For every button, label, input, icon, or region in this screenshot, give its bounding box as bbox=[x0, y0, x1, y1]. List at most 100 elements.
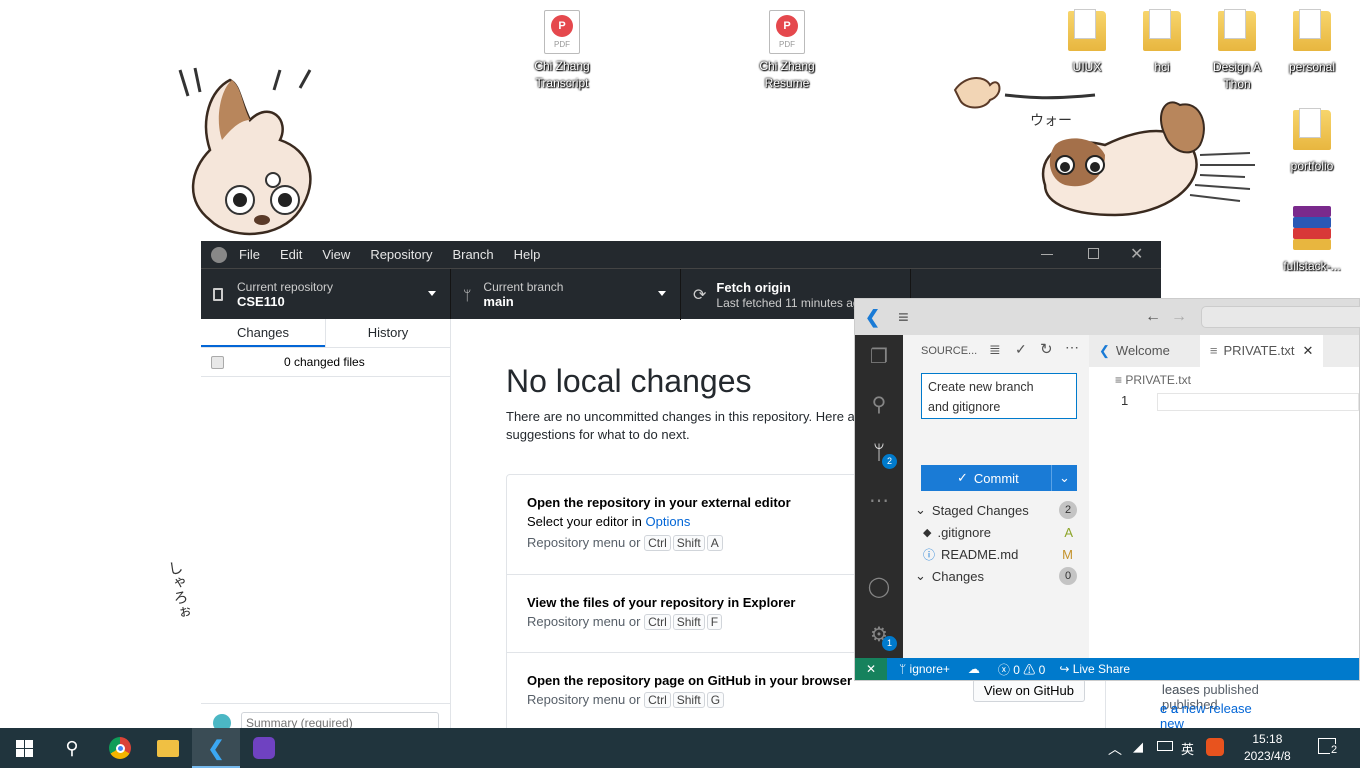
changes-group[interactable]: ⌄ Changes 0 bbox=[915, 565, 1077, 587]
taskbar-vscode[interactable]: ❮ bbox=[192, 728, 240, 768]
file-row-gitignore[interactable]: ◆ .gitignore A bbox=[923, 521, 1077, 543]
menu-help[interactable]: Help bbox=[514, 247, 541, 262]
show-hidden-icons-chevron-icon[interactable]: ︿ bbox=[1108, 739, 1122, 759]
desktop-icon-label: Transcript bbox=[535, 76, 589, 90]
forward-arrow-icon[interactable]: → bbox=[1171, 308, 1187, 326]
folder-icon bbox=[1218, 9, 1256, 51]
more-actions-icon[interactable]: ⋯ bbox=[1065, 339, 1079, 356]
desktop-icon-label: Resume bbox=[764, 76, 810, 90]
commit-summary-area bbox=[201, 703, 450, 734]
desktop-icon-fullstack[interactable]: fullstack-... bbox=[1272, 206, 1352, 275]
desktop-icon-transcript[interactable]: P PDF Chi Zhang Transcript bbox=[522, 10, 602, 92]
maximize-icon[interactable] bbox=[1088, 248, 1099, 259]
menu-edit[interactable]: Edit bbox=[280, 247, 302, 262]
remote-icon[interactable]: ✕ bbox=[855, 658, 887, 680]
desktop-icon-label: portfolio bbox=[1290, 159, 1334, 173]
kbd-key: G bbox=[706, 692, 725, 708]
desktop-icon-portfolio[interactable]: portfolio bbox=[1272, 107, 1352, 175]
suggestion-text: Select your editor in bbox=[527, 514, 646, 529]
explorer-icon[interactable]: ❐ bbox=[867, 345, 891, 369]
commit-dropdown-chevron-icon[interactable]: ⌄ bbox=[1051, 465, 1077, 491]
current-repository-selector[interactable]: Current repository CSE110 bbox=[201, 269, 451, 320]
battery-icon[interactable] bbox=[1157, 741, 1173, 751]
menu-bar: File Edit View Repository Branch Help bbox=[239, 247, 560, 262]
desktop-icon-personal[interactable]: personal bbox=[1272, 8, 1352, 76]
chevron-down-icon: ⌄ bbox=[915, 568, 926, 583]
tab-changes[interactable]: Changes bbox=[201, 319, 325, 347]
clock[interactable]: 15:18 2023/4/8 bbox=[1244, 731, 1291, 765]
commit-check-icon[interactable]: ✓ bbox=[1015, 341, 1027, 358]
settings-gear-icon[interactable]: ⚙ 1 bbox=[867, 623, 897, 651]
sogou-ime-icon[interactable] bbox=[1206, 738, 1224, 756]
menu-repository[interactable]: Repository bbox=[370, 247, 432, 262]
publish-cloud-icon[interactable]: ☁ bbox=[968, 662, 980, 676]
branch-icon: ᛘ bbox=[899, 662, 910, 676]
folder-icon bbox=[1143, 9, 1181, 51]
live-share-icon: ↪ bbox=[1059, 662, 1073, 676]
taskbar-github-desktop[interactable] bbox=[240, 728, 288, 768]
shortcut-hint: Repository menu or bbox=[527, 614, 641, 629]
options-link[interactable]: Options bbox=[646, 514, 691, 529]
tab-welcome[interactable]: ❮ Welcome bbox=[1089, 335, 1180, 367]
source-control-icon[interactable]: ᛘ 2 bbox=[867, 441, 897, 469]
view-as-tree-icon[interactable]: ≣ bbox=[989, 341, 1001, 358]
activity-bar: ❐ ⚲ ᛘ 2 ⋯ ◯ ⚙ 1 bbox=[855, 335, 903, 658]
taskbar-search-button[interactable]: ⚲ bbox=[48, 728, 96, 768]
staged-changes-group[interactable]: ⌄ Staged Changes 2 bbox=[915, 499, 1077, 521]
network-icon[interactable]: ◢ bbox=[1133, 739, 1143, 755]
folder-icon bbox=[1068, 9, 1106, 51]
back-arrow-icon[interactable]: ← bbox=[1145, 308, 1161, 326]
tab-history[interactable]: History bbox=[325, 319, 450, 347]
command-center-search[interactable] bbox=[1201, 306, 1360, 328]
tab-private-txt[interactable]: ≡ PRIVATE.txt ✕ bbox=[1199, 335, 1324, 367]
desktop-icon-label: hci bbox=[1154, 60, 1170, 74]
taskbar-chrome[interactable] bbox=[96, 728, 144, 768]
current-branch-selector[interactable]: ᛘ Current branch main bbox=[451, 269, 681, 320]
group-label: Staged Changes bbox=[931, 502, 1029, 518]
menu-file[interactable]: File bbox=[239, 247, 260, 262]
commit-message-input[interactable]: Create new branch and gitignore bbox=[921, 373, 1077, 419]
source-control-panel: SOURCE... ≣ ✓ ↻ ⋯ Create new branch and … bbox=[903, 335, 1089, 658]
hamburger-menu-icon[interactable]: ≡ bbox=[898, 307, 909, 328]
notification-center-button[interactable]: 2 bbox=[1318, 738, 1339, 759]
settings-badge: 1 bbox=[882, 636, 897, 651]
more-views-icon[interactable]: ⋯ bbox=[867, 489, 891, 513]
editor-current-line[interactable] bbox=[1157, 393, 1359, 411]
menu-view[interactable]: View bbox=[322, 247, 350, 262]
github-desktop-icon bbox=[253, 737, 275, 759]
breadcrumb[interactable]: ≡ PRIVATE.txt bbox=[1115, 373, 1191, 387]
ime-indicator[interactable]: 英 bbox=[1181, 739, 1194, 758]
accounts-icon[interactable]: ◯ bbox=[867, 575, 891, 599]
live-share-button[interactable]: ↪ Live Share bbox=[1059, 662, 1130, 676]
kbd-key: Ctrl bbox=[644, 535, 671, 551]
menu-branch[interactable]: Branch bbox=[452, 247, 493, 262]
info-file-icon: ⓘ bbox=[923, 547, 936, 562]
winrar-archive-icon bbox=[1293, 206, 1331, 250]
view-on-github-button[interactable]: View on GitHub bbox=[972, 679, 1085, 702]
desktop-icon-hci[interactable]: hci bbox=[1122, 8, 1202, 76]
gitignore-file-icon: ◆ bbox=[923, 526, 932, 539]
search-icon[interactable]: ⚲ bbox=[867, 393, 891, 417]
taskbar-file-explorer[interactable] bbox=[144, 728, 192, 768]
branch-name: ignore+ bbox=[909, 662, 950, 676]
windows-start-button[interactable] bbox=[0, 728, 48, 768]
branch-icon: ᛘ bbox=[463, 286, 472, 303]
sync-icon: ⟳ bbox=[693, 286, 707, 304]
create-release-link[interactable]: e a new release bbox=[1160, 701, 1252, 716]
desktop-icon-design-a-thon[interactable]: Design A Thon bbox=[1197, 8, 1277, 93]
status-added: A bbox=[1064, 524, 1073, 540]
branch-status[interactable]: ᛘ ignore+ bbox=[899, 662, 950, 676]
pdf-file-icon: P PDF bbox=[769, 10, 805, 54]
problems-status[interactable]: ⓧ 0 ⚠ 0 bbox=[998, 661, 1045, 678]
desktop-icon-resume[interactable]: P PDF Chi Zhang Resume bbox=[747, 10, 827, 92]
file-row-readme[interactable]: ⓘ README.md M bbox=[923, 543, 1077, 565]
close-icon[interactable]: ✕ bbox=[1302, 335, 1313, 367]
select-all-checkbox[interactable] bbox=[211, 355, 224, 369]
refresh-icon[interactable]: ↻ bbox=[1040, 340, 1053, 358]
pdf-file-icon: P PDF bbox=[544, 10, 580, 54]
desktop-icon-uiux[interactable]: UIUX bbox=[1047, 8, 1127, 76]
close-icon[interactable]: ✕ bbox=[1130, 244, 1143, 264]
changed-files-count: 0 changed files bbox=[284, 355, 365, 369]
minimize-icon[interactable] bbox=[1041, 254, 1053, 255]
commit-button[interactable]: ✓ Commit ⌄ bbox=[921, 465, 1077, 491]
